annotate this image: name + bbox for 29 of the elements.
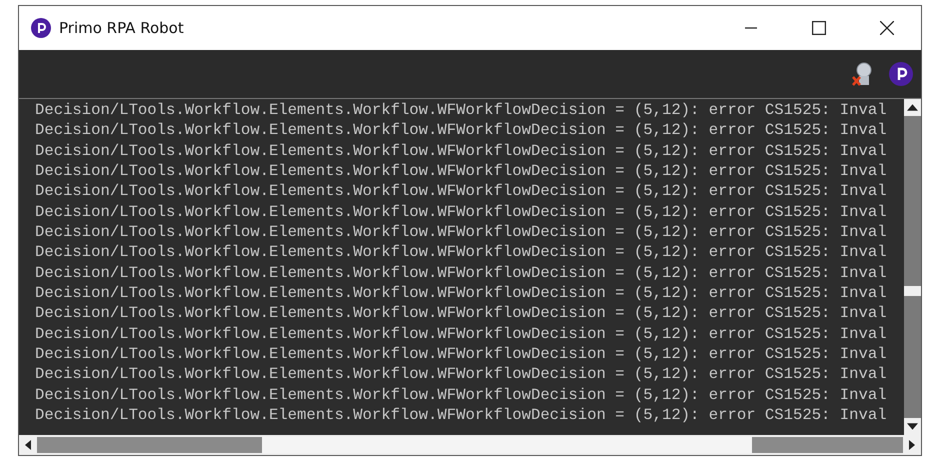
log-line: Decision/LTools.Workflow.Elements.Workflow.WFWorkflowDecision = (5,12): error CS1525: Inval bbox=[35, 324, 888, 344]
window-title: Primo RPA Robot bbox=[59, 19, 184, 37]
log-line: Decision/LTools.Workflow.Elements.Workflow.WFWorkflowDecision = (5,12): error CS1525: Inval bbox=[35, 181, 888, 202]
log-line: Decision/LTools.Workflow.Elements.Workflow.WFWorkflowDecision = (5,12): error CS1525: Inval bbox=[35, 140, 888, 162]
scroll-left-icon[interactable] bbox=[25, 440, 31, 450]
log-line: Decision/LTools.Workflow.Elements.Workflow.WFWorkflowDecision = (5,12): error CS1525: Inval bbox=[35, 405, 888, 426]
log-line: Decision/LTools.Workflow.Elements.Workflow.WFWorkflowDecision = (5,12): error CS1525: Inval bbox=[35, 120, 888, 141]
log-line: Decision/LTools.Workflow.Elements.Workflow.WFWorkflowDecision = (5,12): error CS1525: Inval bbox=[35, 364, 888, 385]
log-line: Decision/LTools.Workflow.Elements.Workflow.WFWorkflowDecision = (5,12): error CS1525: Inval bbox=[35, 242, 888, 263]
app-logo-icon[interactable] bbox=[889, 62, 913, 86]
log-line: Decision/LTools.Workflow.Elements.Workflow.WFWorkflowDecision = (5,12): error CS1525: Inval bbox=[35, 202, 888, 222]
scroll-up-icon[interactable] bbox=[904, 99, 921, 116]
horizontal-scrollbar[interactable] bbox=[19, 435, 921, 455]
log-line: Decision/LTools.Workflow.Elements.Workflow.WFWorkflowDecision = (5,12): error CS1525: Inval bbox=[35, 262, 888, 284]
log-line: Decision/LTools.Workflow.Elements.Workflow.WFWorkflowDecision = (5,12): error CS1525: Inval bbox=[35, 283, 888, 304]
log-line: Decision/LTools.Workflow.Elements.Workflow.WFWorkflowDecision = (5,12): error CS1525: Inval bbox=[35, 222, 888, 242]
scroll-thumb[interactable] bbox=[262, 437, 752, 453]
log-line: Decision/LTools.Workflow.Elements.Workflow.WFWorkflowDecision = (5,12): error CS1525: Inval bbox=[35, 100, 888, 120]
app-logo-icon bbox=[31, 18, 51, 38]
scroll-right-icon[interactable] bbox=[909, 440, 915, 450]
log-line: Decision/LTools.Workflow.Elements.Workflow.WFWorkflowDecision = (5,12): error CS1525: Inval bbox=[35, 303, 888, 324]
close-icon bbox=[880, 21, 894, 35]
log-line: Decision/LTools.Workflow.Elements.Workflow.WFWorkflowDecision = (5,12): error CS1525: Inval bbox=[35, 344, 888, 364]
log-line: Decision/LTools.Workflow.Elements.Workflow.WFWorkflowDecision = (5,12): error CS1525: Inval bbox=[35, 161, 888, 182]
scroll-thumb[interactable] bbox=[904, 286, 921, 296]
vertical-scrollbar[interactable] bbox=[904, 99, 921, 435]
scroll-down-icon[interactable] bbox=[904, 418, 921, 435]
maximize-icon bbox=[812, 21, 826, 35]
log-line: Decision/LTools.Workflow.Elements.Workflow.WFWorkflowDecision = (5,12): error CS1525: Inval bbox=[35, 384, 888, 406]
